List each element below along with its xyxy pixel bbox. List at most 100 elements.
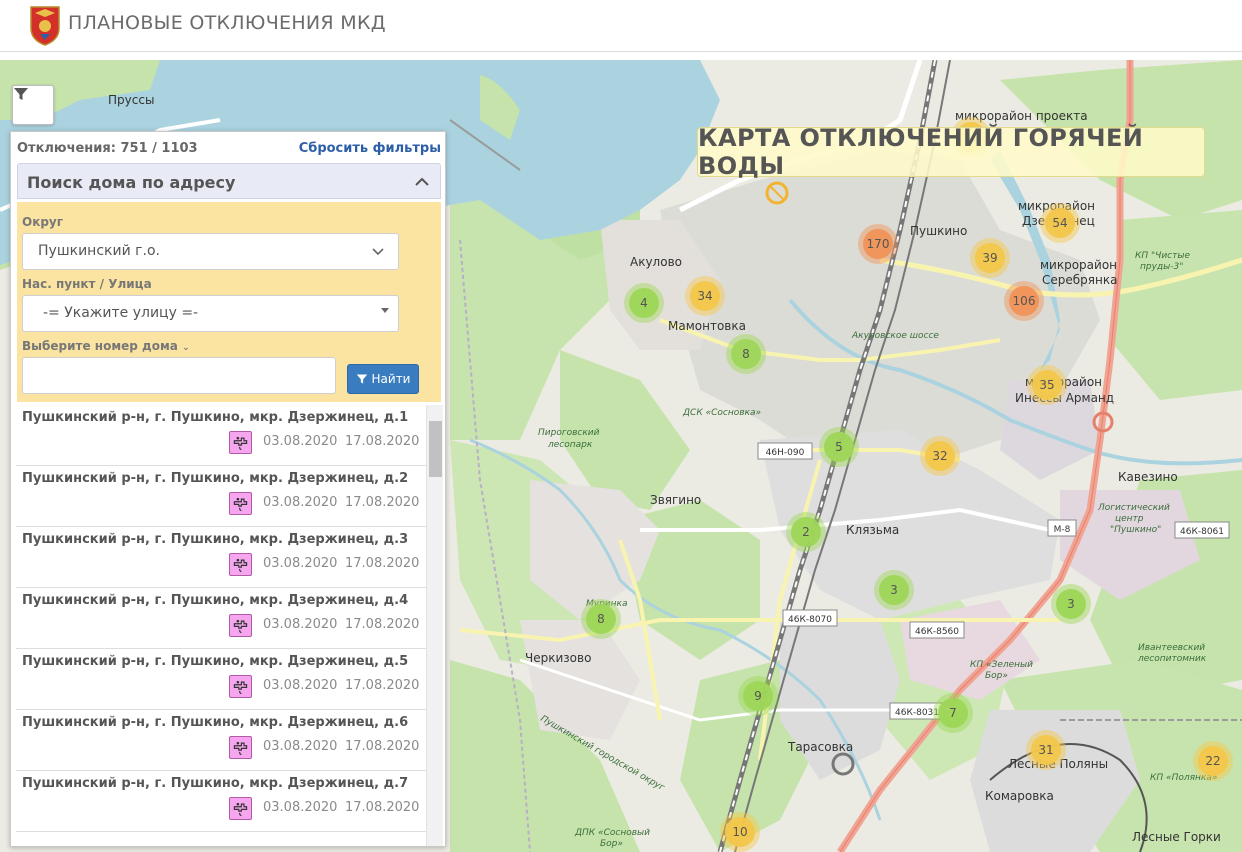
table-row[interactable]: Пушкинский р-н, г. Пушкино, мкр. Дзержин… — [16, 405, 426, 466]
place-komarovka: Комаровка — [985, 789, 1054, 803]
map-title: КАРТА ОТКЛЮЧЕНИЙ ГОРЯЧЕЙ ВОДЫ — [697, 124, 1205, 180]
coat-of-arms-icon — [30, 6, 60, 46]
place-kavezino: Кавезино — [1118, 470, 1178, 484]
row-address: Пушкинский р-н, г. Пушкино, мкр. Дзержин… — [22, 776, 409, 791]
cluster-marker[interactable]: 7 — [933, 693, 973, 733]
row-start-date: 03.08.2020 — [263, 678, 338, 693]
cluster-marker[interactable]: 8 — [726, 334, 766, 374]
cluster-marker[interactable]: 34 — [685, 276, 725, 316]
row-end-date: 17.08.2020 — [345, 739, 420, 754]
cluster-marker[interactable]: 2 — [786, 512, 826, 552]
cluster-count: 170 — [867, 237, 890, 251]
find-button-label: Найти — [371, 372, 411, 386]
cluster-marker[interactable]: 39 — [970, 238, 1010, 278]
place-kp-zeleny: КП «Зеленый — [970, 660, 1033, 670]
find-button[interactable]: Найти — [347, 364, 419, 394]
svg-text:46К-8061: 46К-8061 — [1180, 527, 1224, 537]
filter-panel: Отключения: 751 / 1103 Сбросить фильтры … — [10, 131, 446, 847]
place-logistic1: Логистический — [1097, 503, 1170, 513]
place-logistic3: "Пушкино" — [1110, 525, 1161, 535]
cluster-marker[interactable]: 5 — [819, 427, 859, 467]
svg-text:46К-8560: 46К-8560 — [915, 627, 959, 637]
cluster-marker[interactable]: 106 — [1004, 281, 1044, 321]
reset-filters-link[interactable]: Сбросить фильтры — [299, 141, 441, 156]
place-dpk2: Бор» — [600, 839, 623, 849]
water-tap-icon — [229, 431, 252, 454]
house-label[interactable]: Выберите номер дома ⌄ — [22, 339, 190, 353]
table-row[interactable]: Пушкинский р-н, г. Пушкино, мкр. Дзержин… — [16, 527, 426, 588]
place-ivanteevsky2: лесопитомник — [1137, 654, 1207, 664]
panel-top-bar: Отключения: 751 / 1103 Сбросить фильтры — [11, 132, 447, 160]
table-row[interactable]: Пушкинский р-н, г. Пушкино, мкр. Дзержин… — [16, 771, 426, 832]
row-end-date: 17.08.2020 — [345, 800, 420, 815]
cluster-count: 7 — [949, 706, 957, 720]
road-shield-r6: 46К-8061 — [1174, 521, 1230, 539]
row-end-date: 17.08.2020 — [345, 495, 420, 510]
filter-toggle-button[interactable] — [12, 85, 54, 125]
cluster-count: 35 — [1039, 378, 1054, 392]
cluster-marker[interactable]: 22 — [1193, 741, 1233, 781]
cluster-count: 10 — [732, 825, 747, 839]
cluster-marker[interactable]: 3 — [1051, 584, 1091, 624]
svg-text:46Н-090: 46Н-090 — [766, 448, 805, 458]
cluster-marker[interactable]: 3 — [874, 570, 914, 610]
house-number-input[interactable] — [22, 357, 336, 394]
cluster-count: 39 — [982, 251, 997, 265]
cluster-count: 5 — [835, 440, 843, 454]
outage-list[interactable]: Пушкинский р-н, г. Пушкино, мкр. Дзержин… — [11, 405, 447, 846]
cluster-count: 8 — [597, 612, 605, 626]
place-akulovo: Акулово — [630, 255, 682, 269]
cluster-marker[interactable]: 32 — [920, 436, 960, 476]
place-ivanteevsky: Ивантеевский — [1138, 643, 1205, 653]
table-row[interactable]: Пушкинский р-н, г. Пушкино, мкр. Дзержин… — [16, 649, 426, 710]
place-logistic2: центр — [1115, 514, 1144, 524]
street-select[interactable]: -= Укажите улицу =- — [22, 295, 399, 332]
scrollbar-thumb[interactable] — [429, 421, 442, 477]
address-search-header[interactable]: Поиск дома по адресу — [17, 163, 441, 199]
water-tap-icon — [229, 736, 252, 759]
table-row[interactable]: Пушкинский р-н, г. Пушкино, мкр. Дзержин… — [16, 710, 426, 771]
table-row[interactable]: Пушкинский р-н, г. Пушкино, мкр. Дзержин… — [16, 466, 426, 527]
place-pirogovsky: Пироговский — [538, 428, 600, 438]
place-kp-chistye2: пруды-3" — [1140, 262, 1183, 272]
okrug-select[interactable]: Пушкинский г.о. — [22, 233, 399, 270]
app-title: ПЛАНОВЫЕ ОТКЛЮЧЕНИЯ МКД — [68, 12, 386, 34]
street-select-value: -= Укажите улицу =- — [43, 305, 199, 321]
water-tap-icon — [229, 797, 252, 820]
list-scrollbar[interactable] — [426, 405, 443, 846]
cluster-marker[interactable]: 170 — [858, 224, 898, 264]
cluster-marker[interactable]: 54 — [1040, 203, 1080, 243]
chevron-up-icon[interactable] — [414, 174, 430, 190]
water-tap-icon — [229, 675, 252, 698]
cluster-marker[interactable]: 10 — [720, 812, 760, 852]
cluster-count: 54 — [1052, 216, 1067, 230]
table-row[interactable]: Пушкинский р-н, г. Пушкино, мкр. Дзержин… — [16, 588, 426, 649]
cluster-marker[interactable]: 4 — [624, 283, 664, 323]
place-mkr-ser2: Серебрянка — [1042, 273, 1117, 287]
cluster-count: 31 — [1038, 743, 1053, 757]
place-prussy: Пруссы — [108, 93, 154, 107]
place-dsk: ДСК «Сосновка» — [682, 408, 761, 418]
row-end-date: 17.08.2020 — [345, 678, 420, 693]
place-pirogovsky2: лесопарк — [547, 440, 593, 450]
row-address: Пушкинский р-н, г. Пушкино, мкр. Дзержин… — [22, 593, 409, 608]
chevron-down-small-icon: ⌄ — [182, 343, 190, 353]
road-shield-r1: 46Н-090 — [757, 442, 813, 460]
place-mkr-ser1: микрорайон — [1040, 258, 1117, 272]
app-header: ПЛАНОВЫЕ ОТКЛЮЧЕНИЯ МКД — [0, 0, 1242, 52]
cluster-marker[interactable]: 8 — [581, 599, 621, 639]
water-tap-icon — [229, 492, 252, 515]
cluster-marker[interactable]: 31 — [1026, 730, 1066, 770]
row-address: Пушкинский р-н, г. Пушкино, мкр. Дзержин… — [22, 715, 409, 730]
cluster-count: 106 — [1013, 294, 1036, 308]
place-mamontovka: Мамонтовка — [668, 319, 746, 333]
cluster-marker[interactable]: 35 — [1027, 365, 1067, 405]
cluster-count: 3 — [890, 583, 898, 597]
cluster-count: 8 — [742, 347, 750, 361]
place-tarasovka: Тарасовка — [787, 740, 853, 754]
road-shield-r5: М-8 — [1047, 519, 1077, 537]
outage-count: Отключения: 751 / 1103 — [17, 141, 198, 156]
chevron-down-icon — [372, 248, 384, 256]
cluster-marker[interactable]: 9 — [738, 676, 778, 716]
cluster-count: 34 — [697, 289, 712, 303]
